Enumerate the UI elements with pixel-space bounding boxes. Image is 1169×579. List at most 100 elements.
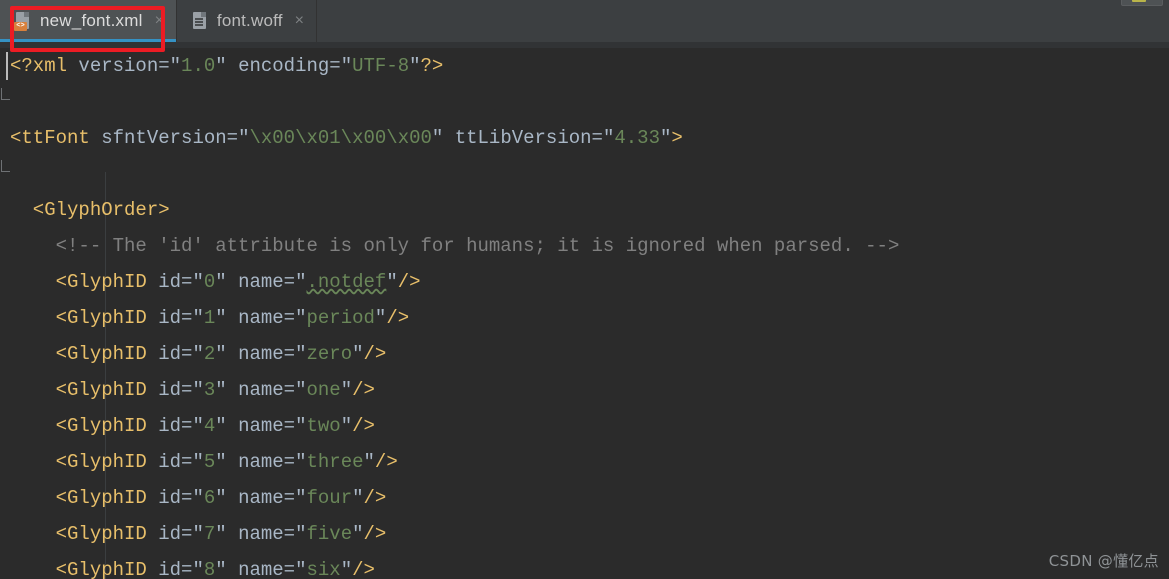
code-token: /> xyxy=(363,487,387,509)
line-glyphid-6[interactable]: <GlyphID id="6" name="four"/> xyxy=(0,480,1169,516)
code-token: 4.33 xyxy=(614,127,660,149)
close-icon[interactable]: × xyxy=(295,13,304,29)
code-token: GlyphID xyxy=(67,451,147,473)
code-token: < xyxy=(10,379,68,401)
line-glyphorder-open[interactable]: <GlyphOrder> xyxy=(0,192,1169,228)
code-token: " xyxy=(192,415,204,437)
line-ttfont-open[interactable]: <ttFont sfntVersion="\x00\x01\x00\x00" t… xyxy=(0,120,1169,156)
code-token: GlyphID xyxy=(67,559,147,579)
close-icon[interactable]: × xyxy=(155,13,164,29)
code-token: 4 xyxy=(203,415,216,437)
tab-font-woff[interactable]: font.woff × xyxy=(177,0,317,42)
line-glyphid-7[interactable]: <GlyphID id="7" name="five"/> xyxy=(0,516,1169,552)
code-token: " xyxy=(374,307,387,329)
code-token: 3 xyxy=(203,379,216,401)
code-token: " xyxy=(215,55,227,77)
tab-new-font-xml[interactable]: <> new_font.xml × xyxy=(0,0,177,42)
code-token: " xyxy=(192,523,204,545)
code-token: id= xyxy=(146,271,193,293)
code-token: " xyxy=(431,127,444,149)
code-token: " xyxy=(659,127,672,149)
line-glyphid-5[interactable]: <GlyphID id="5" name="three"/> xyxy=(0,444,1169,480)
line-glyphid-1[interactable]: <GlyphID id="1" name="period"/> xyxy=(0,300,1169,336)
code-token: < xyxy=(10,127,22,149)
code-token: /> xyxy=(352,559,375,579)
code-token: 6 xyxy=(203,487,216,509)
line-glyphid-2[interactable]: <GlyphID id="2" name="zero"/> xyxy=(0,336,1169,372)
code-token: " xyxy=(295,271,307,293)
line-xml-declaration[interactable]: <?xml version="1.0" encoding="UTF-8"?> xyxy=(0,48,1169,84)
code-token: six xyxy=(306,559,341,579)
code-content[interactable]: <?xml version="1.0" encoding="UTF-8"?> <… xyxy=(0,48,1169,579)
code-token: zero xyxy=(306,343,353,365)
code-token: " xyxy=(409,55,421,77)
code-token: id= xyxy=(146,415,193,437)
code-token: three xyxy=(306,451,364,473)
code-token: < xyxy=(10,451,68,473)
code-token: GlyphID xyxy=(67,379,147,401)
code-token: " xyxy=(340,55,353,77)
tab-label-new-font-xml: new_font.xml xyxy=(40,11,143,30)
code-token: " xyxy=(215,487,227,509)
code-token: " xyxy=(215,271,227,293)
code-token: " xyxy=(215,415,227,437)
code-token: < xyxy=(10,523,68,545)
code-token: " xyxy=(192,343,204,365)
code-editor[interactable]: <?xml version="1.0" encoding="UTF-8"?> <… xyxy=(0,48,1169,579)
xml-file-icon: <> xyxy=(14,11,32,31)
code-token: /> xyxy=(363,523,387,545)
code-token: /> xyxy=(374,451,398,473)
line-glyphid-8[interactable]: <GlyphID id="8" name="six"/> xyxy=(0,552,1169,579)
code-token: " xyxy=(295,379,307,401)
code-token: " xyxy=(295,523,307,545)
toolbar-chip[interactable] xyxy=(1121,0,1163,6)
code-token: > xyxy=(671,127,683,149)
code-token: id= xyxy=(146,379,193,401)
code-token: < xyxy=(10,199,45,221)
code-token: four xyxy=(306,487,353,509)
code-token: sfntVersion= xyxy=(89,127,239,149)
code-token: <?xml xyxy=(10,55,68,77)
code-token: " xyxy=(352,343,364,365)
code-token: " xyxy=(215,307,227,329)
line-glyphid-0[interactable]: <GlyphID id="0" name=".notdef"/> xyxy=(0,264,1169,300)
code-token: one xyxy=(306,379,341,401)
binary-file-icon xyxy=(191,11,209,31)
code-token: " xyxy=(295,415,307,437)
code-token: " xyxy=(238,127,250,149)
line-comment[interactable]: <!-- The 'id' attribute is only for huma… xyxy=(0,228,1169,264)
code-token: UTF-8 xyxy=(352,55,410,77)
code-token: two xyxy=(306,415,341,437)
code-token: version= xyxy=(67,55,170,77)
code-token: name= xyxy=(226,451,296,473)
code-token: encoding= xyxy=(226,55,341,77)
code-token: GlyphID xyxy=(67,307,147,329)
code-token: < xyxy=(10,343,68,365)
code-token: " xyxy=(192,559,204,579)
code-token: ttLibVersion= xyxy=(443,127,603,149)
code-token: id= xyxy=(146,523,193,545)
code-token: GlyphID xyxy=(67,415,147,437)
code-token: " xyxy=(192,487,204,509)
code-token: > xyxy=(158,199,170,221)
code-token: /> xyxy=(352,379,375,401)
xml-badge-label: <> xyxy=(14,22,27,31)
code-token: " xyxy=(295,559,307,579)
code-token: name= xyxy=(226,487,296,509)
code-token: " xyxy=(169,55,182,77)
line-glyphid-4[interactable]: <GlyphID id="4" name="two"/> xyxy=(0,408,1169,444)
chip-glyph-icon xyxy=(1132,0,1146,2)
code-token: id= xyxy=(146,451,193,473)
code-token: 1 xyxy=(203,307,216,329)
line-blank-1[interactable] xyxy=(0,84,1169,120)
code-token: " xyxy=(295,487,307,509)
code-token: < xyxy=(10,559,68,579)
watermark: CSDN @懂亿点 xyxy=(1048,552,1159,570)
line-glyphid-3[interactable]: <GlyphID id="3" name="one"/> xyxy=(0,372,1169,408)
code-token: name= xyxy=(226,307,296,329)
code-token: name= xyxy=(226,379,296,401)
code-token: 5 xyxy=(203,451,216,473)
code-token: " xyxy=(352,487,364,509)
code-token: " xyxy=(192,451,204,473)
line-blank-2[interactable] xyxy=(0,156,1169,192)
